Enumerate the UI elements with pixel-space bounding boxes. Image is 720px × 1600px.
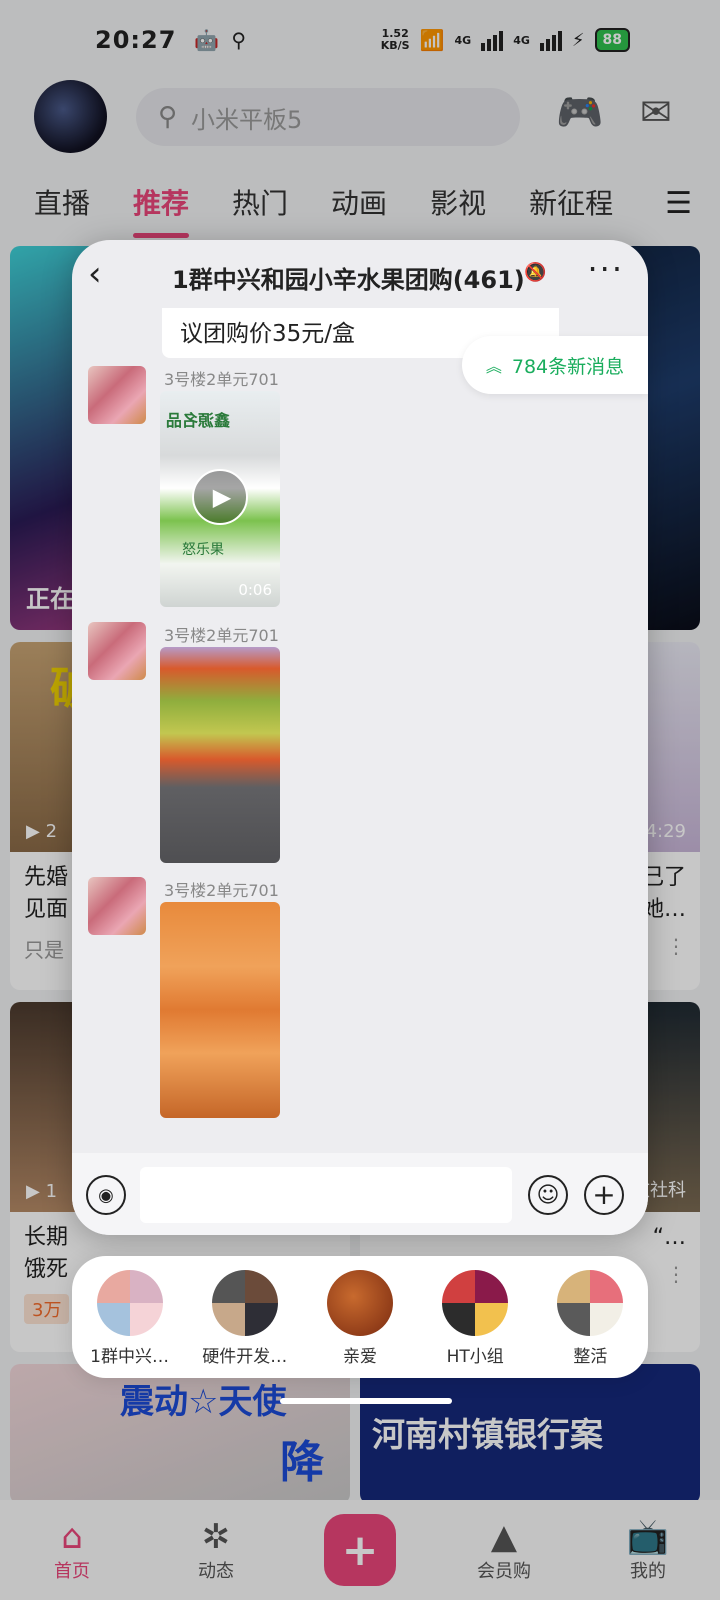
chat-window: ‹ 1群中兴和园小辛水果团购(461) 🔕 ··· 议团购价35元/盒 ︽ 78… <box>72 240 648 1235</box>
game-controller-icon[interactable]: 🎮 <box>556 90 603 135</box>
status-bar: 20:27 🤖 ⚲ 1.52 KB/S 📶 4G 4G ⚡ 88 <box>0 0 720 80</box>
recent-chat-item[interactable]: 硬件开发… <box>190 1270 300 1367</box>
wifi-icon: 📶 <box>419 28 445 52</box>
sender-name: 3号楼2单元701 <box>164 370 279 389</box>
card-tag: 3万 <box>24 1294 70 1324</box>
battery-indicator: 88 <box>594 28 630 52</box>
group-avatar <box>211 1270 278 1336</box>
more-icon[interactable]: ··· <box>587 250 624 288</box>
signal-icon <box>481 29 504 51</box>
sender-name: 3号楼2单元701 <box>164 881 279 900</box>
tab-anime[interactable]: 动画 <box>331 182 387 222</box>
tab-live[interactable]: 直播 <box>34 182 90 222</box>
card-overlay-text: 正在 <box>26 585 74 613</box>
tab-hot[interactable]: 热门 <box>232 182 288 222</box>
home-icon: ⌂ <box>61 1517 83 1557</box>
recent-chat-item[interactable]: 亲爱 <box>305 1270 415 1367</box>
nav-shop[interactable]: ▲ 会员购 <box>444 1517 564 1583</box>
feed-card[interactable]: 河南村镇银行案 <box>360 1364 700 1504</box>
video-duration: 0:06 <box>238 581 272 599</box>
menu-icon[interactable]: ☰ <box>665 186 692 221</box>
search-input[interactable]: ⚲ 小米平板5 <box>136 88 520 146</box>
plus-icon[interactable]: + <box>584 1175 624 1215</box>
search-icon: ⚲ <box>158 102 178 132</box>
recent-chat-name: 亲爱 <box>342 1347 377 1367</box>
sender-avatar[interactable] <box>88 877 146 935</box>
sig2-label: 4G <box>513 33 530 47</box>
group-avatar <box>557 1270 624 1336</box>
card-banner: 河南村镇银行案 <box>372 1415 603 1454</box>
recent-chat-item[interactable]: HT小组 <box>420 1270 530 1367</box>
tab-film[interactable]: 影视 <box>430 182 486 222</box>
nav-add[interactable]: + <box>300 1514 420 1586</box>
duration: ▶ 1 <box>26 1181 58 1202</box>
recent-chat-item[interactable]: 整活 <box>535 1270 645 1367</box>
nav-mine[interactable]: 📺 我的 <box>588 1517 708 1583</box>
bottom-nav: ⌂ 首页 ✲ 动态 + ▲ 会员购 📺 我的 <box>0 1500 720 1600</box>
image-message[interactable] <box>160 902 280 1118</box>
chat-header: ‹ 1群中兴和园小辛水果团购(461) 🔕 ··· <box>72 240 648 308</box>
recent-chat-name: 整活 <box>573 1347 608 1367</box>
video-message[interactable]: 鑫源名品 怒乐果 ▶ 0:06 <box>160 391 280 607</box>
back-icon[interactable]: ‹ <box>88 254 102 294</box>
chat-title: 1群中兴和园小辛水果团购(461) <box>172 266 525 294</box>
tab-recommend[interactable]: 推荐 <box>133 182 190 238</box>
pinwheel-icon: ✲ <box>201 1517 231 1557</box>
category-tabs: 直播 推荐 热门 动画 影视 新征程 ☰ <box>0 172 720 238</box>
shop-icon: ▲ <box>490 1517 518 1557</box>
chat-message: 3号楼2单元701 鑫源名品 怒乐果 ▶ 0:06 <box>88 366 528 611</box>
search-placeholder: 小米平板5 <box>191 105 303 134</box>
recent-chat-item[interactable]: 1群中兴… <box>75 1270 185 1367</box>
image-message[interactable] <box>160 647 280 863</box>
card-banner: 震动☆天使 <box>120 1382 287 1422</box>
sender-name: 3号楼2单元701 <box>164 626 279 645</box>
recent-chats-bar: 1群中兴… 硬件开发… 亲爱 HT小组 整活 <box>72 1256 648 1378</box>
status-time: 20:27 <box>95 26 177 54</box>
usb-icon: ⚲ <box>231 28 246 52</box>
message-input[interactable] <box>140 1167 512 1223</box>
group-avatar <box>442 1270 509 1336</box>
tv-icon: 📺 <box>626 1517 670 1557</box>
nav-dynamic[interactable]: ✲ 动态 <box>156 1517 276 1583</box>
card-banner: 降 <box>280 1437 324 1488</box>
recent-chat-name: HT小组 <box>446 1347 504 1367</box>
charging-icon: ⚡ <box>571 29 585 51</box>
mail-icon[interactable]: ✉ <box>640 90 672 134</box>
duration: 4:29 <box>645 821 686 842</box>
recent-chat-name: 1群中兴… <box>90 1347 169 1367</box>
voice-icon[interactable]: ◉ <box>86 1175 126 1215</box>
sig1-label: 4G <box>454 33 472 47</box>
android-icon: 🤖 <box>194 28 220 52</box>
net-speed: 1.52 KB/S <box>380 27 410 52</box>
feed-card[interactable]: 震动☆天使 降 <box>10 1364 350 1504</box>
recent-chat-name: 硬件开发… <box>202 1347 288 1367</box>
contact-avatar <box>326 1270 393 1336</box>
group-avatar <box>96 1270 163 1336</box>
user-avatar[interactable] <box>34 80 107 153</box>
mute-bell-icon: 🔕 <box>524 262 547 283</box>
chat-message: 3号楼2单元701 <box>88 877 528 1122</box>
duration: ▶ 2 <box>26 821 58 842</box>
sender-avatar[interactable] <box>88 622 146 680</box>
emoji-icon[interactable]: ☺ <box>528 1175 568 1215</box>
signal-icon <box>539 29 562 51</box>
nav-home[interactable]: ⌂ 首页 <box>12 1517 132 1583</box>
chat-message: 3号楼2单元701 <box>88 622 528 867</box>
tab-new-journey[interactable]: 新征程 <box>529 182 613 222</box>
home-indicator[interactable] <box>280 1398 452 1404</box>
chat-input-bar: ◉ ☺ + <box>72 1153 648 1235</box>
sender-avatar[interactable] <box>88 366 146 424</box>
play-icon[interactable]: ▶ <box>192 469 248 525</box>
